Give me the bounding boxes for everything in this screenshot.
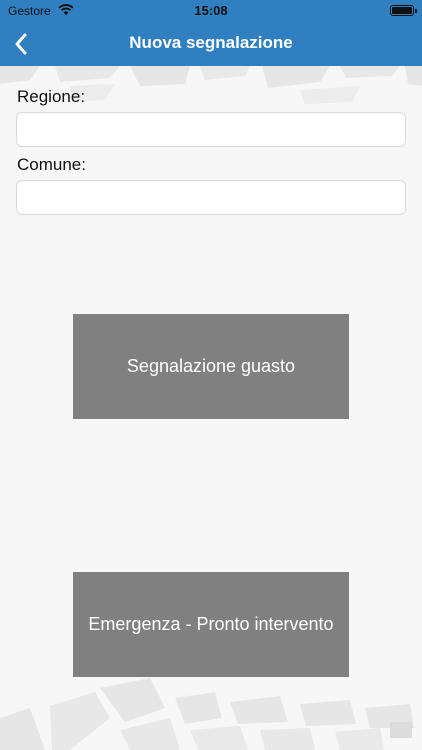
page-title: Nuova segnalazione (129, 33, 293, 52)
emergenza-button[interactable]: Emergenza - Pronto intervento (73, 572, 349, 677)
battery-icon (390, 5, 417, 16)
map-background-bottom (0, 678, 414, 750)
status-bar: Gestore 15:08 (0, 0, 422, 22)
clock: 15:08 (194, 3, 228, 18)
comune-label: Comune: (17, 155, 86, 174)
comune-field[interactable] (16, 180, 406, 215)
navigation-bar: Nuova segnalazione (0, 22, 422, 66)
segnalazione-guasto-button[interactable]: Segnalazione guasto (73, 314, 349, 419)
regione-field[interactable] (16, 112, 406, 147)
regione-label: Regione: (17, 87, 86, 106)
